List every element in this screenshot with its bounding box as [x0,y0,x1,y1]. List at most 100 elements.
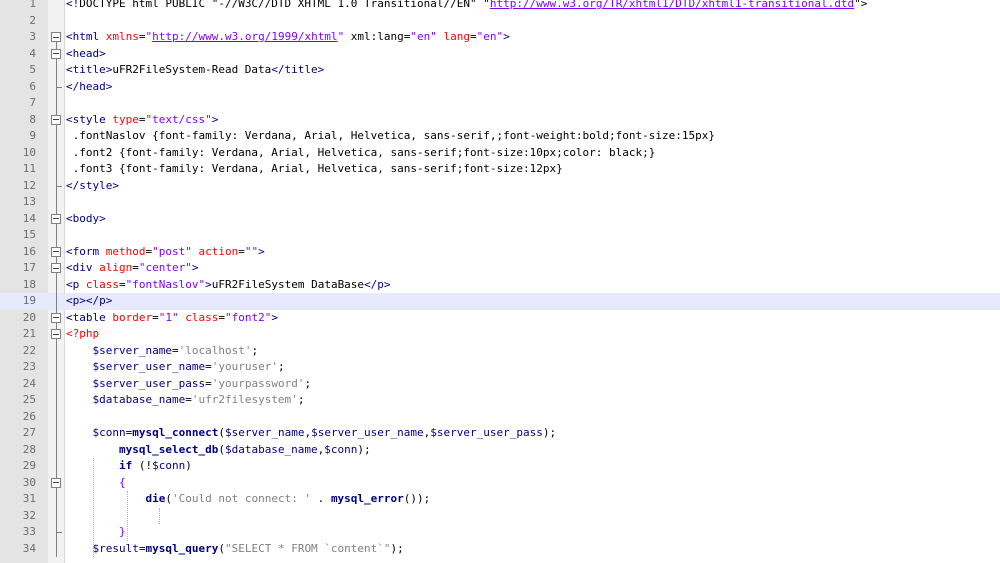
code-text[interactable]: $server_user_pass='yourpassword'; [66,376,312,393]
code-token: $server_name [92,343,172,357]
code-text[interactable]: $result=mysql_query("SELECT * FROM `cont… [66,541,404,558]
code-text[interactable]: .fontNaslov {font-family: Verdana, Arial… [66,128,715,145]
code-token: </title> [271,63,325,76]
code-text[interactable]: { [66,475,126,492]
code-line[interactable]: 19 <p></p> [0,293,1000,310]
code-token: http://www.w3.org/1999/xhtml [152,30,338,43]
code-line[interactable]: 16 <form method="post" action=""> [0,243,1000,261]
code-token: = [238,244,245,258]
code-token: "SELECT * FROM `content`" [224,541,391,555]
code-line[interactable]: 33 } [0,524,1000,541]
code-line[interactable]: 13 [0,194,1000,211]
code-line[interactable]: 21 <?php [0,326,1000,343]
code-line[interactable]: 14 <body> [0,210,1000,228]
code-text[interactable]: $server_name='localhost'; [66,343,259,360]
code-line[interactable]: 20 <table border="1" class="font2"> [0,309,1000,327]
code-line[interactable]: 25 $database_name='ufr2filesystem'; [0,392,1000,409]
code-text[interactable]: .font3 {font-family: Verdana, Arial, Hel… [66,161,563,178]
code-line[interactable]: 15 [0,227,1000,244]
code-token: > [258,244,265,258]
fold-toggle-icon[interactable] [48,29,64,46]
code-line[interactable]: 8 <style type="text/css"> [0,111,1000,129]
line-number: 13 [22,195,36,208]
code-text[interactable]: <html xmlns="http://www.w3.org/1999/xhtm… [66,29,510,46]
code-line[interactable]: 29 if (!$conn) [0,458,1000,475]
code-line[interactable]: 12 </style> [0,177,1000,195]
code-text[interactable]: <?php [66,326,99,343]
fold-line-icon [48,408,64,425]
code-text[interactable]: } [66,524,126,541]
line-number: 6 [29,79,36,93]
code-token: $database_name [92,393,186,406]
code-line[interactable]: 22 $server_name='localhost'; [0,342,1000,360]
code-text[interactable]: <body> [66,211,106,228]
code-line[interactable]: 17 <div align="center"> [0,260,1000,277]
code-line[interactable]: 2 [0,13,1000,30]
code-line[interactable]: 18 <p class="fontNaslov">uFR2FileSystem D… [0,276,1000,294]
code-text[interactable]: </style> [66,178,119,195]
code-text[interactable]: $conn=mysql_connect($server_name,$server… [66,425,557,442]
code-text[interactable]: <style type="text/css"> [66,112,218,129]
code-line[interactable]: 11 .font3 {font-family: Verdana, Arial, … [0,161,1000,178]
code-token: </style> [66,178,119,192]
code-text[interactable]: <head> [66,46,106,63]
code-token: "1" [158,310,179,324]
code-line[interactable]: 9 .fontNaslov {font-family: Verdana, Ari… [0,128,1000,145]
code-token: "> [854,0,868,10]
code-line[interactable]: 24 $server_user_pass='yourpassword'; [0,375,1000,393]
code-token: <p></p> [66,294,113,307]
code-text[interactable]: </head> [66,79,112,96]
code-text[interactable]: die('Could not connect: ' . mysql_error(… [66,491,430,508]
line-number: 12 [22,178,36,192]
code-text[interactable]: <!DOCTYPE html PUBLIC "-//W3C//DTD XHTML… [66,0,867,13]
code-line[interactable]: 1 <!DOCTYPE html PUBLIC "-//W3C//DTD XHTM… [0,0,1000,13]
code-text[interactable]: <div align="center"> [66,260,198,277]
code-token: mysql_query [145,541,219,555]
fold-toggle-icon[interactable] [48,243,64,260]
code-text[interactable]: mysql_select_db($database_name,$conn); [66,442,371,459]
code-text[interactable]: .font2 {font-family: Verdana, Arial, Hel… [66,145,656,162]
code-token: .font2 {font-family: Verdana, Arial, Hel… [66,145,656,159]
fold-line-icon [48,540,64,557]
code-token: <p [66,277,86,291]
code-line[interactable]: 3 <html xmlns="http://www.w3.org/1999/xht… [0,29,1000,46]
code-line[interactable]: 34 $result=mysql_query("SELECT * FROM `c… [0,540,1000,558]
code-line[interactable]: 5 <title>uFR2FileSystem-Read Data</title> [0,62,1000,79]
code-line[interactable]: 4 <head> [0,45,1000,63]
code-line[interactable]: 30 { [0,474,1000,492]
code-token: mysql_error [330,492,404,505]
fold-toggle-icon[interactable] [48,260,64,277]
fold-toggle-icon[interactable] [48,111,64,128]
code-token: ; [297,393,305,406]
code-line[interactable]: 28 mysql_select_db($database_name,$conn)… [0,441,1000,459]
fold-toggle-icon[interactable] [48,326,64,343]
fold-toggle-icon[interactable] [48,210,64,227]
fold-toggle-icon[interactable] [48,45,64,62]
code-line[interactable]: 10 .font2 {font-family: Verdana, Arial, … [0,144,1000,162]
code-token: ( [218,442,225,456]
code-line[interactable]: 26 [0,408,1000,425]
line-number: 17 [22,261,36,274]
code-line[interactable]: 7 [0,95,1000,112]
code-text[interactable]: if (!$conn) [66,458,192,475]
code-text[interactable]: <form method="post" action=""> [66,244,265,261]
fold-toggle-icon[interactable] [48,474,64,491]
code-token: </head> [66,79,113,93]
code-text[interactable]: <p></p> [66,293,112,310]
code-editor[interactable]: 1 <!DOCTYPE html PUBLIC "-//W3C//DTD XHTM… [0,0,1000,563]
line-number: 28 [22,442,36,456]
code-text[interactable]: <table border="1" class="font2"> [66,310,278,327]
code-token: (! [132,459,153,472]
code-line[interactable]: 32 [0,507,1000,524]
fold-toggle-icon[interactable] [48,309,64,326]
code-line[interactable]: 27 $conn=mysql_connect($server_name,$ser… [0,425,1000,442]
code-text[interactable]: <p class="fontNaslov">uFR2FileSystem Dat… [66,277,391,294]
code-text[interactable]: <title>uFR2FileSystem-Read Data</title> [66,62,324,79]
code-text[interactable]: $database_name='ufr2filesystem'; [66,392,305,409]
code-line[interactable]: 31 die('Could not connect: ' . mysql_err… [0,491,1000,508]
code-line[interactable]: 6 </head> [0,78,1000,96]
code-line[interactable]: 23 $server_user_name='youruser'; [0,359,1000,376]
fold-line-icon [48,375,64,392]
code-text[interactable]: $server_user_name='youruser'; [66,359,285,376]
